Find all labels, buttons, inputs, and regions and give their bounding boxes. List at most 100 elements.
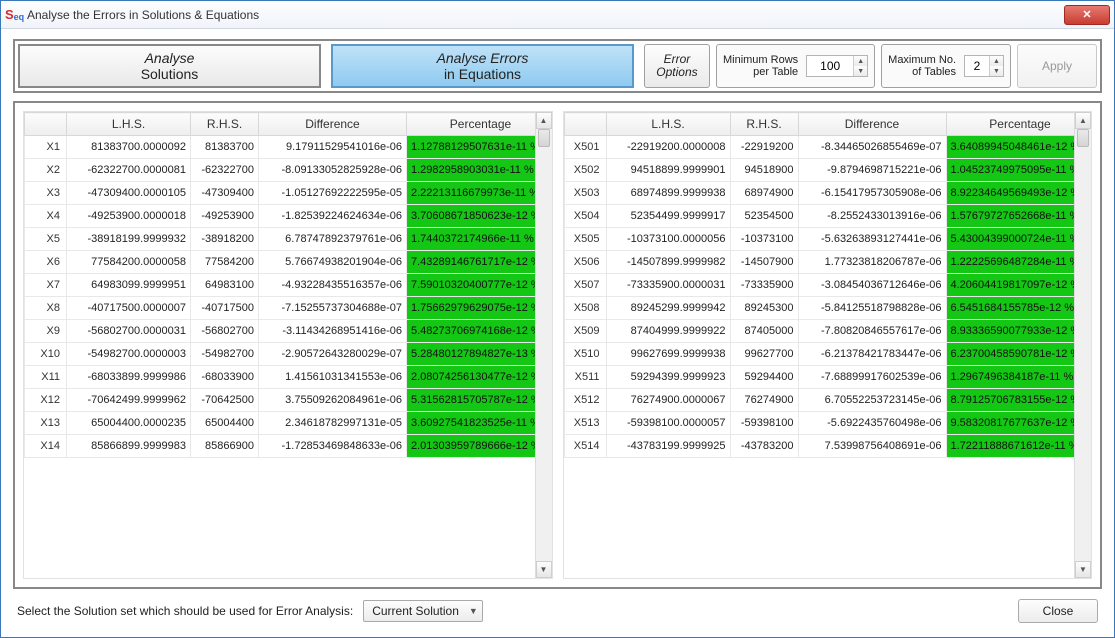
table-row[interactable]: X51276274900.0000067762749006.7055225372…	[564, 389, 1074, 412]
cell-pct: 7.59010320400777e-12 %	[407, 274, 535, 297]
left-scrollbar[interactable]: ▲ ▼	[535, 112, 552, 578]
row-id: X13	[25, 412, 67, 435]
solution-set-prompt: Select the Solution set which should be …	[17, 604, 353, 618]
col-header-rhs[interactable]: R.H.S.	[730, 113, 798, 136]
table-row[interactable]: X50452354499.999991752354500-8.255243301…	[564, 205, 1074, 228]
col-header-id[interactable]	[25, 113, 67, 136]
table-row[interactable]: X181383700.0000092813837009.179115295410…	[25, 136, 535, 159]
cell-rhs: -54982700	[191, 343, 259, 366]
max-tables-input[interactable]	[965, 59, 989, 73]
cell-rhs: 89245300	[730, 297, 798, 320]
toolbar: Analyse Solutions Analyse Errors in Equa…	[13, 39, 1102, 93]
table-row[interactable]: X764983099.999995164983100-4.93228435516…	[25, 274, 535, 297]
table-row[interactable]: X3-47309400.0000105-47309400-1.051276922…	[25, 182, 535, 205]
row-id: X5	[25, 228, 67, 251]
cell-diff: -1.72853469848633e-06	[259, 435, 407, 458]
col-header-rhs[interactable]: R.H.S.	[191, 113, 259, 136]
row-id: X509	[564, 320, 606, 343]
table-row[interactable]: X507-73335900.0000031-73335900-3.0845403…	[564, 274, 1074, 297]
cell-diff: -4.93228435516357e-06	[259, 274, 407, 297]
table-row[interactable]: X10-54982700.0000003-54982700-2.90572643…	[25, 343, 535, 366]
scroll-down-icon[interactable]: ▼	[1075, 561, 1091, 578]
table-row[interactable]: X50987404999.999992287405000-7.808208465…	[564, 320, 1074, 343]
table-row[interactable]: X50368974899.999993868974900-6.154179573…	[564, 182, 1074, 205]
max-tables-stepper[interactable]: ▲ ▼	[964, 55, 1004, 77]
chevron-up-icon[interactable]: ▲	[989, 56, 1003, 66]
analyse-solutions-button[interactable]: Analyse Solutions	[18, 44, 321, 88]
cell-rhs: 99627700	[730, 343, 798, 366]
scroll-thumb[interactable]	[1077, 129, 1089, 147]
table-row[interactable]: X2-62322700.0000081-62322700-8.091330528…	[25, 159, 535, 182]
table-row[interactable]: X506-14507899.9999982-145079001.77323818…	[564, 251, 1074, 274]
window-close-button[interactable]: ✕	[1064, 5, 1110, 25]
row-id: X8	[25, 297, 67, 320]
table-row[interactable]: X1485866899.999998385866900-1.7285346984…	[25, 435, 535, 458]
cell-lhs: 85866899.9999983	[67, 435, 191, 458]
cell-lhs: 64983099.9999951	[67, 274, 191, 297]
row-id: X505	[564, 228, 606, 251]
cell-rhs: -38918200	[191, 228, 259, 251]
table-row[interactable]: X677584200.0000058775842005.766749382019…	[25, 251, 535, 274]
cell-pct: 7.43289146761717e-12 %	[407, 251, 535, 274]
cell-diff: -2.90572643280029e-07	[259, 343, 407, 366]
solution-set-select[interactable]: Current Solution ▼	[363, 600, 483, 622]
row-id: X506	[564, 251, 606, 274]
apply-button[interactable]: Apply	[1017, 44, 1097, 88]
cell-pct: 8.79125706783155e-12 %	[946, 389, 1074, 412]
col-header-pct[interactable]: Percentage	[407, 113, 535, 136]
scroll-up-icon[interactable]: ▲	[536, 112, 552, 129]
table-row[interactable]: X50294518899.999990194518900-9.879469871…	[564, 159, 1074, 182]
cell-rhs: 81383700	[191, 136, 259, 159]
min-rows-label: Minimum Rows per Table	[723, 54, 798, 78]
row-id: X3	[25, 182, 67, 205]
cell-lhs: -49253900.0000018	[67, 205, 191, 228]
cell-rhs: -68033900	[191, 366, 259, 389]
table-row[interactable]: X51159294399.999992359294400-7.688999176…	[564, 366, 1074, 389]
table-row[interactable]: X514-43783199.9999925-437832007.53998756…	[564, 435, 1074, 458]
cell-pct: 8.93336590077933e-12 %	[946, 320, 1074, 343]
table-row[interactable]: X4-49253900.0000018-49253900-1.825392246…	[25, 205, 535, 228]
cell-diff: 5.76674938201904e-06	[259, 251, 407, 274]
table-row[interactable]: X9-56802700.0000031-56802700-3.114342689…	[25, 320, 535, 343]
scroll-down-icon[interactable]: ▼	[536, 561, 552, 578]
table-row[interactable]: X8-40717500.0000007-40717500-7.152557373…	[25, 297, 535, 320]
cell-lhs: -56802700.0000031	[67, 320, 191, 343]
analyse-errors-button[interactable]: Analyse Errors in Equations	[331, 44, 634, 88]
scroll-thumb[interactable]	[538, 129, 550, 147]
table-row[interactable]: X12-70642499.9999962-706425003.755092620…	[25, 389, 535, 412]
col-header-diff[interactable]: Difference	[798, 113, 946, 136]
table-row[interactable]: X501-22919200.0000008-22919200-8.3446502…	[564, 136, 1074, 159]
chevron-up-icon[interactable]: ▲	[853, 56, 867, 66]
col-header-lhs[interactable]: L.H.S.	[67, 113, 191, 136]
cell-rhs: 76274900	[730, 389, 798, 412]
table-row[interactable]: X50889245299.999994289245300-5.841255187…	[564, 297, 1074, 320]
table-row[interactable]: X1365004400.0000235650044002.34618782997…	[25, 412, 535, 435]
row-id: X2	[25, 159, 67, 182]
cell-diff: -3.11434268951416e-06	[259, 320, 407, 343]
min-rows-input[interactable]	[807, 59, 853, 73]
cell-lhs: 89245299.9999942	[606, 297, 730, 320]
cell-pct: 6.5451684155785e-12 %	[946, 297, 1074, 320]
table-row[interactable]: X11-68033899.9999986-680339001.415610313…	[25, 366, 535, 389]
cell-rhs: -22919200	[730, 136, 798, 159]
table-row[interactable]: X51099627699.999993899627700-6.213784217…	[564, 343, 1074, 366]
cell-rhs: 68974900	[730, 182, 798, 205]
scroll-up-icon[interactable]: ▲	[1075, 112, 1091, 129]
table-row[interactable]: X505-10373100.0000056-10373100-5.6326389…	[564, 228, 1074, 251]
table-row[interactable]: X5-38918199.9999932-389182006.7874789237…	[25, 228, 535, 251]
right-scrollbar[interactable]: ▲ ▼	[1074, 112, 1091, 578]
chevron-down-icon[interactable]: ▼	[853, 66, 867, 76]
cell-rhs: -62322700	[191, 159, 259, 182]
chevron-down-icon[interactable]: ▼	[989, 66, 1003, 76]
min-rows-stepper[interactable]: ▲ ▼	[806, 55, 868, 77]
table-row[interactable]: X513-59398100.0000057-59398100-5.6922435…	[564, 412, 1074, 435]
col-header-pct[interactable]: Percentage	[946, 113, 1074, 136]
col-header-id[interactable]	[564, 113, 606, 136]
close-button[interactable]: Close	[1018, 599, 1098, 623]
cell-diff: -3.08454036712646e-06	[798, 274, 946, 297]
col-header-diff[interactable]: Difference	[259, 113, 407, 136]
error-options-button[interactable]: Error Options	[644, 44, 710, 88]
row-id: X512	[564, 389, 606, 412]
col-header-lhs[interactable]: L.H.S.	[606, 113, 730, 136]
cell-diff: -8.2552433013916e-06	[798, 205, 946, 228]
